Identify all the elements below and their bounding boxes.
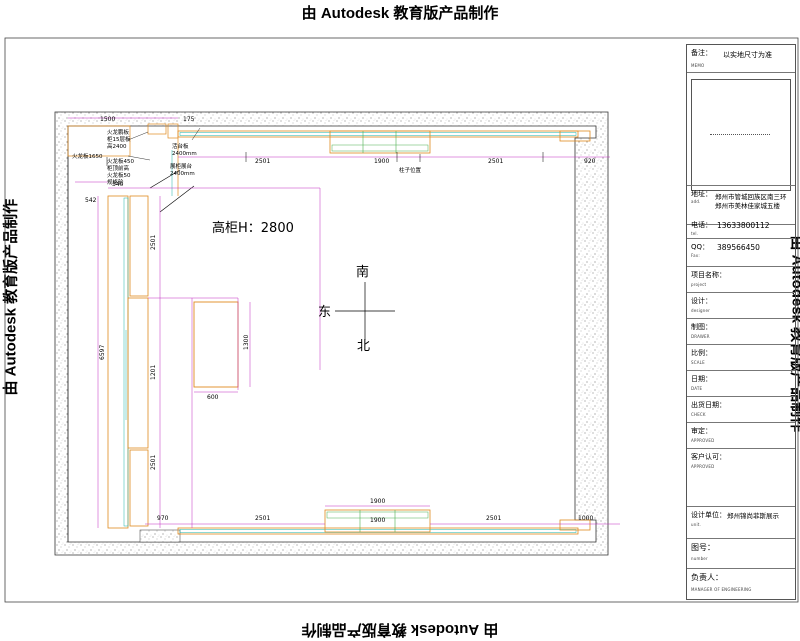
dim-left-lower: 2501 (150, 455, 157, 470)
tb-qq-label: QQ： (691, 242, 709, 252)
tb-review-row: 审定： APPROVED (687, 423, 795, 449)
tb-client-label: 客户认可： (691, 452, 726, 462)
top-cabinets (178, 131, 590, 153)
dim-top-left-2: 175 (183, 116, 195, 123)
left-cabinets (108, 196, 148, 528)
tb-project-label-en: project (691, 282, 706, 287)
tb-logo-line (710, 134, 770, 135)
tb-scale-row: 比例： SCALE (687, 345, 795, 371)
tb-owner-label: 负责人： (691, 572, 723, 583)
note-top-left-d: 火龙板1650 (72, 152, 103, 160)
tb-unit-label: 设计单位： (691, 510, 726, 520)
tb-tel-value: 13633800112 (717, 221, 770, 230)
dim-left-542: 542 (85, 197, 97, 204)
tb-unit-row: 设计单位： 郑州锦尚菲斯展示 unit. (687, 507, 795, 539)
tb-review-label-en: APPROVED (691, 438, 714, 443)
note-top-left-g: 火龙板50 (107, 171, 131, 179)
tb-qq-row: QQ： 389566450 Fax: (687, 239, 795, 267)
note-top-center-b: 2400mm (172, 151, 197, 157)
tb-scale-label-en: SCALE (691, 360, 705, 365)
dim-bottom-middle-top: 1900 (370, 498, 385, 505)
compass-north: 北 (357, 339, 370, 354)
tb-drawer-label-en: DRAWER (691, 334, 710, 339)
tb-drawer-label: 制图： (691, 322, 712, 332)
tb-qq-label-en: Fax: (691, 253, 700, 258)
floor-plan-sheet: 1500 175 2501 1900 2501 920 542 340 6597… (0, 0, 800, 640)
dim-island-width: 600 (207, 394, 219, 401)
note-top-left-a: 火龙鹏板 (107, 128, 130, 136)
tb-designer-row: 设计： designer (687, 293, 795, 319)
note-top-left-h: 规格轮 (107, 178, 124, 186)
tb-designer-label: 设计： (691, 296, 712, 306)
tb-date-row: 日期： DATE (687, 371, 795, 397)
tb-address-label: 地址： (691, 189, 712, 199)
dim-bottom-right: 1000 (578, 515, 593, 522)
compass-east: 东 (318, 305, 331, 320)
note-middle-top-a: 展柜展台 (170, 162, 193, 170)
tb-memo-label: 备注： (691, 48, 712, 58)
tb-owner-label-en: MANAGER OF ENGINEERING (691, 587, 752, 592)
compass (335, 282, 395, 340)
note-top-left-b: 柜15层板 (107, 135, 131, 143)
dimension-labels: 1500 175 2501 1900 2501 920 542 340 6597… (85, 116, 596, 524)
dim-island-depth: 1300 (243, 335, 250, 350)
tb-project-row: 项目名称： project (687, 267, 795, 293)
tb-owner-row: 负责人： MANAGER OF ENGINEERING (687, 569, 795, 599)
dim-top-segment-2: 2501 (488, 158, 503, 165)
tb-logo-box (691, 79, 791, 191)
tb-tel-label: 电话： (691, 220, 712, 230)
dim-left-middle: 1201 (150, 365, 157, 380)
dim-bottom-segment-1: 2501 (255, 515, 270, 522)
tb-review-label: 审定： (691, 426, 712, 436)
tb-memo-label-en: MEMO (691, 63, 704, 68)
title-block: 备注： 以实地尺寸为准 MEMO 地址： 郑州市管城回族区南三环 郑州市美林佳家… (686, 44, 796, 600)
note-middle-top-b: 2400mm (170, 171, 195, 177)
walls (55, 112, 608, 555)
dim-left-upper: 2501 (150, 235, 157, 250)
tb-qq-value: 389566450 (717, 243, 760, 252)
dim-bottom-segment-2: 2501 (486, 515, 501, 522)
dim-left-total: 6597 (99, 345, 106, 360)
tb-number-label-en: number (691, 556, 708, 561)
tb-scale-label: 比例： (691, 348, 712, 358)
tb-memo-row: 备注： 以实地尺寸为准 MEMO (687, 45, 795, 73)
tb-issue-label-en: CHECK (691, 412, 706, 417)
tb-tel-row: 电话： 13633800112 tel. (687, 217, 795, 239)
tb-designer-label-en: designer (691, 308, 710, 313)
dim-top-segment-1: 2501 (255, 158, 270, 165)
cabinet-height-label: 高柜H：2800 (212, 220, 294, 236)
tb-client-label-en: APPROVED (691, 464, 714, 469)
tb-date-label: 日期： (691, 374, 712, 384)
dim-top-middle: 1900 (374, 158, 389, 165)
tb-issue-row: 出货日期： CHECK (687, 397, 795, 423)
tb-number-row: 图号： number (687, 539, 795, 569)
note-top-left-f: 柜顶前高 (107, 164, 130, 172)
tb-tel-label-en: tel. (691, 231, 698, 236)
dim-top-right: 920 (584, 158, 596, 165)
note-top-center-a: 活台板 (172, 142, 189, 150)
dim-bottom-middle: 1900 (370, 517, 385, 524)
tb-issue-label: 出货日期： (691, 400, 726, 410)
compass-south: 南 (356, 264, 369, 280)
note-top-left-e: 火龙板450 (107, 157, 134, 165)
tb-address-line2: 郑州市美林佳家城五楼 (715, 200, 780, 210)
tb-address-label-en: add. (691, 199, 701, 204)
note-top-left-c: 高2400 (107, 142, 127, 150)
tb-memo-value: 以实地尺寸为准 (723, 50, 772, 60)
tb-project-label: 项目名称： (691, 270, 726, 280)
tb-date-label-en: DATE (691, 386, 702, 391)
tb-unit-label-en: unit. (691, 522, 701, 527)
dim-bottom-left: 970 (157, 515, 169, 522)
note-column: 柱子位置 (399, 166, 422, 174)
tb-number-label: 图号： (691, 542, 715, 553)
tb-drawer-row: 制图： DRAWER (687, 319, 795, 345)
tb-unit-value: 郑州锦尚菲斯展示 (727, 510, 779, 520)
island-counter (194, 302, 238, 387)
dim-top-left-1: 1500 (100, 116, 115, 123)
tb-client-row: 客户认可： APPROVED (687, 449, 795, 507)
